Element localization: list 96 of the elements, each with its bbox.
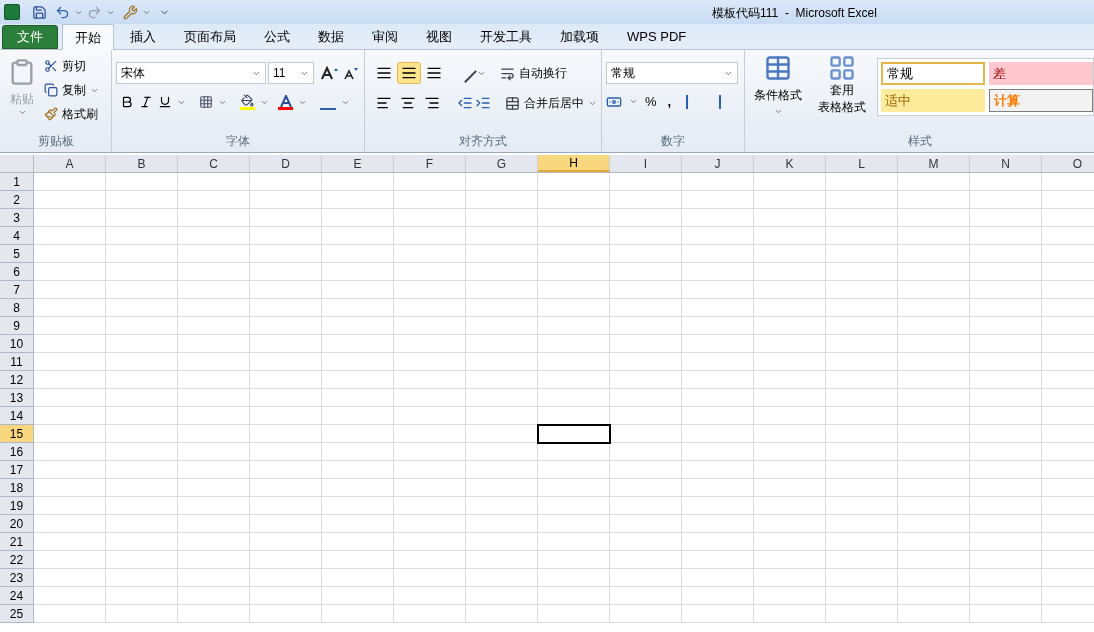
- row-header[interactable]: 5: [0, 245, 34, 263]
- merge-center-button[interactable]: 合并后居中: [505, 94, 597, 112]
- cell-style[interactable]: 适中: [881, 89, 985, 112]
- row-header[interactable]: 21: [0, 533, 34, 551]
- save-icon[interactable]: [32, 4, 47, 20]
- table-icon: [764, 54, 792, 82]
- font-name-field[interactable]: 宋体: [116, 62, 266, 84]
- grid-icon: [828, 54, 856, 82]
- group-label: 数字: [661, 133, 685, 150]
- border-icon[interactable]: [199, 95, 213, 109]
- row-header[interactable]: 23: [0, 569, 34, 587]
- ribbon-tab[interactable]: 插入: [118, 25, 168, 49]
- active-cell[interactable]: [537, 424, 611, 444]
- format-painter-button[interactable]: 格式刷: [44, 105, 99, 123]
- row-header[interactable]: 20: [0, 515, 34, 533]
- ribbon-tab[interactable]: 公式: [252, 25, 302, 49]
- font-size-field[interactable]: 11: [268, 62, 314, 84]
- ribbon-tab[interactable]: WPS PDF: [615, 25, 699, 49]
- column-header[interactable]: K: [754, 155, 826, 172]
- row-header[interactable]: 12: [0, 371, 34, 389]
- window-title: 模板代码111 - Microsoft Excel: [712, 5, 877, 22]
- lines-icon: [401, 65, 417, 81]
- column-header[interactable]: N: [970, 155, 1042, 172]
- shrink-font-icon[interactable]: [342, 66, 360, 80]
- comma-button[interactable]: ,: [663, 92, 676, 112]
- caret-icon: [17, 108, 27, 117]
- cut-button[interactable]: 剪切: [44, 57, 99, 75]
- row-header[interactable]: 17: [0, 461, 34, 479]
- column-header[interactable]: A: [34, 155, 106, 172]
- row-header[interactable]: 2: [0, 191, 34, 209]
- wrench-icon[interactable]: [123, 4, 138, 20]
- scissors-icon: [44, 59, 58, 73]
- row-header[interactable]: 11: [0, 353, 34, 371]
- copy-icon: [44, 83, 58, 97]
- ribbon-tab[interactable]: 视图: [414, 25, 464, 49]
- row-header[interactable]: 10: [0, 335, 34, 353]
- row-header[interactable]: 13: [0, 389, 34, 407]
- percent-button[interactable]: %: [645, 92, 657, 112]
- file-tab[interactable]: 文件: [2, 25, 58, 49]
- column-header[interactable]: F: [394, 155, 466, 172]
- merge-icon: [505, 95, 520, 111]
- row-header[interactable]: 4: [0, 227, 34, 245]
- row-header[interactable]: 15: [0, 425, 34, 443]
- row-header[interactable]: 1: [0, 173, 34, 191]
- row-header[interactable]: 9: [0, 317, 34, 335]
- copy-button[interactable]: 复制: [44, 81, 99, 99]
- table-format-button[interactable]: 套用 表格格式: [811, 54, 873, 134]
- row-header[interactable]: 16: [0, 443, 34, 461]
- column-header[interactable]: C: [178, 155, 250, 172]
- increase-indent-icon[interactable]: [475, 95, 491, 111]
- group-label: 样式: [907, 133, 932, 150]
- group-label: 剪贴板: [37, 133, 74, 150]
- wrap-icon: [500, 65, 515, 81]
- ribbon-tab[interactable]: 审阅: [360, 25, 410, 49]
- column-header[interactable]: B: [106, 155, 178, 172]
- column-header[interactable]: M: [898, 155, 970, 172]
- column-header[interactable]: E: [322, 155, 394, 172]
- column-header[interactable]: I: [610, 155, 682, 172]
- caret-icon: [773, 107, 783, 116]
- row-header[interactable]: 19: [0, 497, 34, 515]
- column-header[interactable]: L: [826, 155, 898, 172]
- paintbrush-icon: [44, 107, 58, 121]
- column-header[interactable]: J: [682, 155, 754, 172]
- bold-icon[interactable]: [120, 95, 134, 109]
- wrap-text-button[interactable]: 自动换行: [500, 64, 567, 82]
- row-header[interactable]: 22: [0, 551, 34, 569]
- row-header[interactable]: 3: [0, 209, 34, 227]
- group-label: 字体: [226, 133, 250, 150]
- number-format-field[interactable]: 常规: [606, 62, 738, 84]
- row-header[interactable]: 14: [0, 407, 34, 425]
- column-header[interactable]: O: [1042, 155, 1094, 172]
- cell-style[interactable]: 差: [989, 62, 1093, 85]
- cell-style[interactable]: 常规: [881, 62, 985, 85]
- ribbon-tab[interactable]: 页面布局: [172, 25, 248, 49]
- ribbon-tab[interactable]: 开发工具: [468, 25, 544, 49]
- ribbon-tab[interactable]: 开始: [62, 24, 114, 50]
- underline-icon[interactable]: [158, 95, 172, 109]
- ribbon-tab[interactable]: 数据: [306, 25, 356, 49]
- column-header[interactable]: D: [250, 155, 322, 172]
- middle-align-button[interactable]: [397, 62, 421, 84]
- row-header[interactable]: 6: [0, 263, 34, 281]
- grow-font-icon[interactable]: [320, 66, 340, 80]
- conditional-format-button[interactable]: 条件格式: [749, 54, 807, 134]
- row-header[interactable]: 7: [0, 281, 34, 299]
- font-color-icon[interactable]: [278, 94, 293, 110]
- row-header[interactable]: 24: [0, 587, 34, 605]
- fill-color-icon[interactable]: [240, 94, 255, 110]
- italic-icon[interactable]: [139, 95, 153, 109]
- column-header[interactable]: H: [538, 155, 610, 172]
- ribbon-tab[interactable]: 加载项: [548, 25, 611, 49]
- row-header[interactable]: 8: [0, 299, 34, 317]
- row-header[interactable]: 18: [0, 479, 34, 497]
- decrease-indent-icon[interactable]: [457, 95, 473, 111]
- group-label: 对齐方式: [459, 133, 507, 150]
- undo-icon[interactable]: [55, 4, 70, 20]
- row-header[interactable]: 25: [0, 605, 34, 623]
